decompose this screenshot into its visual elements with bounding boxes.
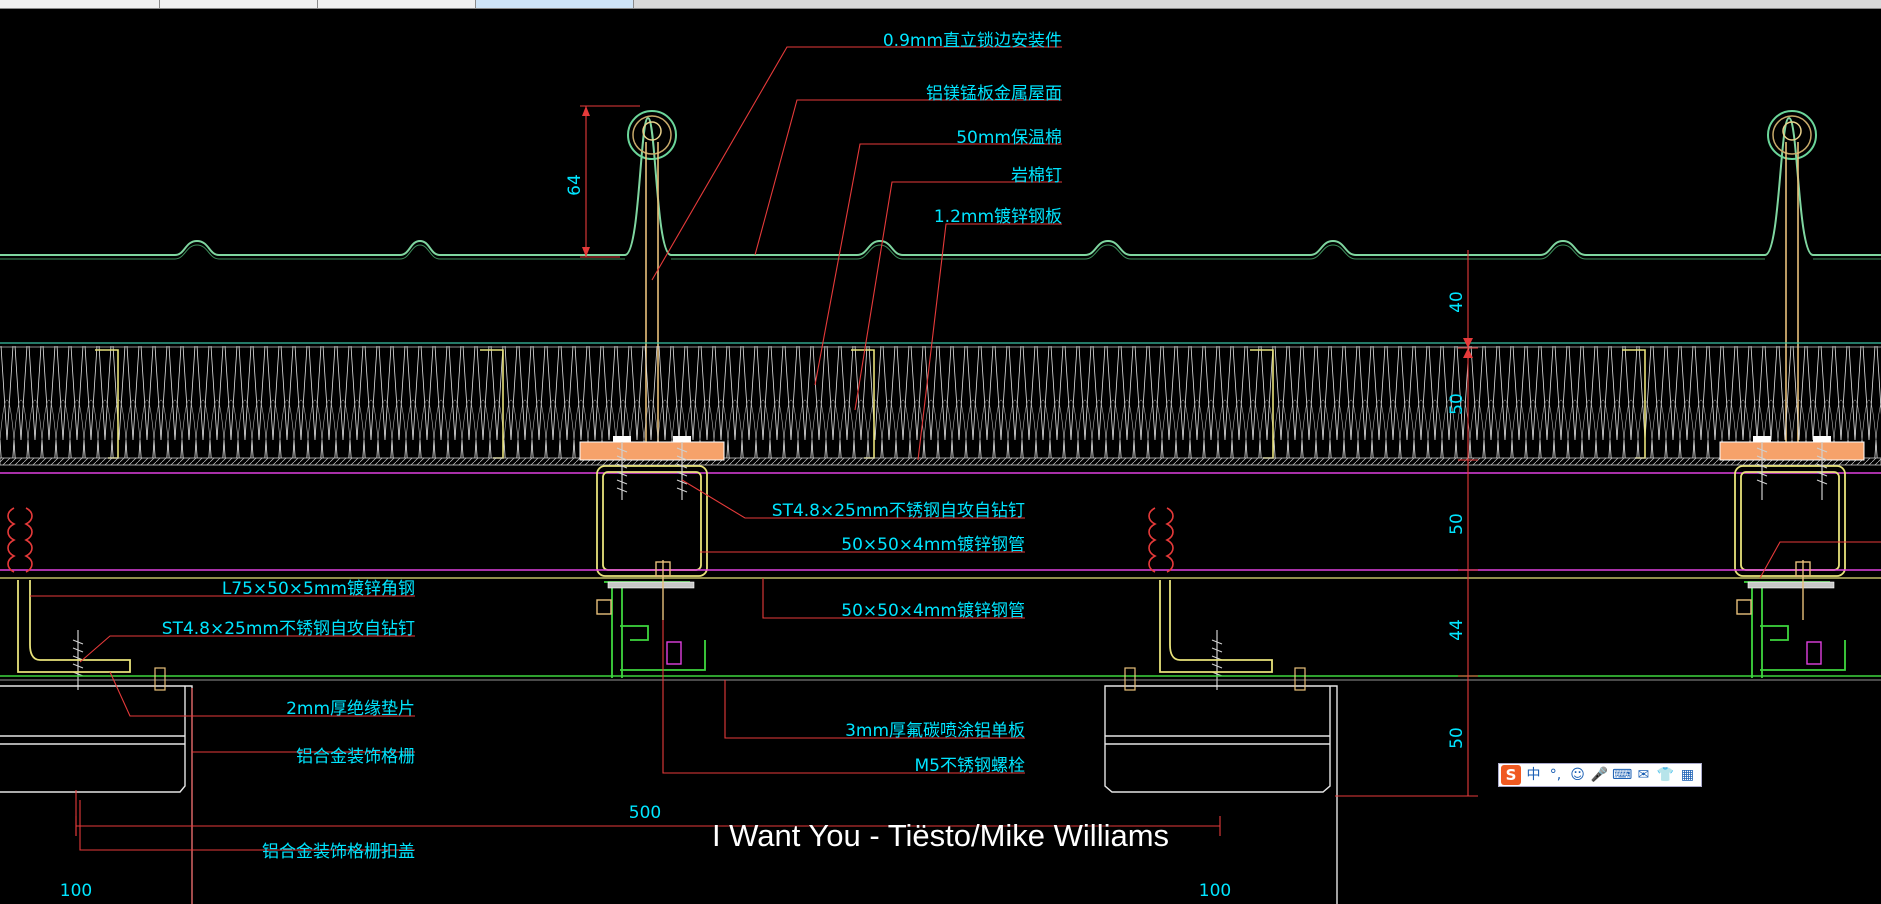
dim-64: 64: [565, 174, 585, 196]
base-plate-left: [579, 441, 725, 461]
insulation-wool-layer: [0, 346, 1881, 458]
dim-40: 40: [1447, 291, 1467, 313]
roof-sheet-profile-inner: [0, 244, 1881, 260]
dim-50-panel: 50: [1447, 727, 1467, 749]
aluminium-grille-right: [1104, 685, 1338, 904]
label-steel-deck: 1.2mm镀锌钢板: [934, 207, 1062, 227]
dim-50-insulation: 50: [1447, 393, 1467, 415]
bolts: [596, 560, 1811, 620]
ime-tools-icon[interactable]: ✉: [1634, 765, 1653, 785]
label-m5-bolt: M5不锈钢螺栓: [915, 756, 1025, 776]
music-lyrics-overlay: I Want You - Tiësto/Mike Williams: [711, 818, 1170, 853]
ime-punctuation-icon[interactable]: °,: [1546, 765, 1565, 785]
roof-sheet-profile: [0, 116, 1881, 256]
label-insulation: 50mm保温棉: [956, 128, 1062, 148]
aluminium-hanger-left: [604, 581, 706, 678]
steel-tube-left: [596, 465, 708, 577]
dim-100-right: 100: [1199, 881, 1231, 901]
ime-emoji-icon[interactable]: ☺: [1568, 765, 1587, 785]
label-steel-tube-lower: 50×50×4mm镀锌钢管: [841, 601, 1025, 621]
steel-tube-right: [1734, 465, 1846, 577]
ime-skin-icon[interactable]: 👕: [1656, 765, 1675, 785]
label-aluminium-grille: 铝合金装饰格栅: [296, 747, 415, 767]
ime-keyboard-icon[interactable]: ⌨: [1612, 765, 1632, 785]
self-drilling-screws: [72, 440, 1828, 690]
base-plate-right: [1719, 441, 1865, 461]
drawing-tab-1[interactable]: [0, 0, 160, 8]
spring-clip-right: [1148, 507, 1174, 573]
steel-deck-plate: [0, 457, 1881, 466]
label-clip: 0.9mm直立锁边安装件: [883, 31, 1062, 51]
label-steel-tube-upper: 50×50×4mm镀锌钢管: [841, 535, 1025, 555]
ime-menu-icon[interactable]: ▦: [1678, 765, 1697, 785]
label-screw-upper: ST4.8×25mm不锈钢自攻自钻钉: [772, 501, 1025, 521]
label-wool-nail: 岩棉钉: [1011, 166, 1062, 186]
drawing-tab-3[interactable]: [318, 0, 476, 8]
label-aluminium-panel: 3mm厚氟碳喷涂铝单板: [845, 721, 1025, 741]
ime-logo-icon[interactable]: S: [1501, 765, 1521, 785]
label-angle-steel: L75×50×5mm镀锌角钢: [222, 579, 415, 599]
drawing-tab-4-active[interactable]: [476, 0, 634, 8]
spring-clip-left: [7, 507, 33, 573]
aluminium-hanger-right: [1744, 581, 1846, 678]
aluminium-grille-left: [0, 685, 193, 904]
dim-50-tube: 50: [1447, 513, 1467, 535]
ime-voice-icon[interactable]: 🎤: [1590, 765, 1609, 785]
label-roof-sheet: 铝镁锰板金属屋面: [926, 84, 1062, 104]
drawing-tab-2[interactable]: [160, 0, 318, 8]
dimension-lines: [75, 105, 1478, 836]
ime-toolbar[interactable]: S 中 °, ☺ 🎤 ⌨ ✉ 👕 ▦: [1498, 763, 1702, 787]
dim-44: 44: [1447, 619, 1467, 641]
label-insulating-pad: 2mm厚绝缘垫片: [286, 699, 415, 719]
angle-bracket-left: [17, 580, 131, 673]
dim-100-left: 100: [60, 881, 92, 901]
label-screw-lower: ST4.8×25mm不锈钢自攻自钻钉: [162, 619, 415, 639]
ime-language-toggle[interactable]: 中: [1524, 765, 1543, 785]
